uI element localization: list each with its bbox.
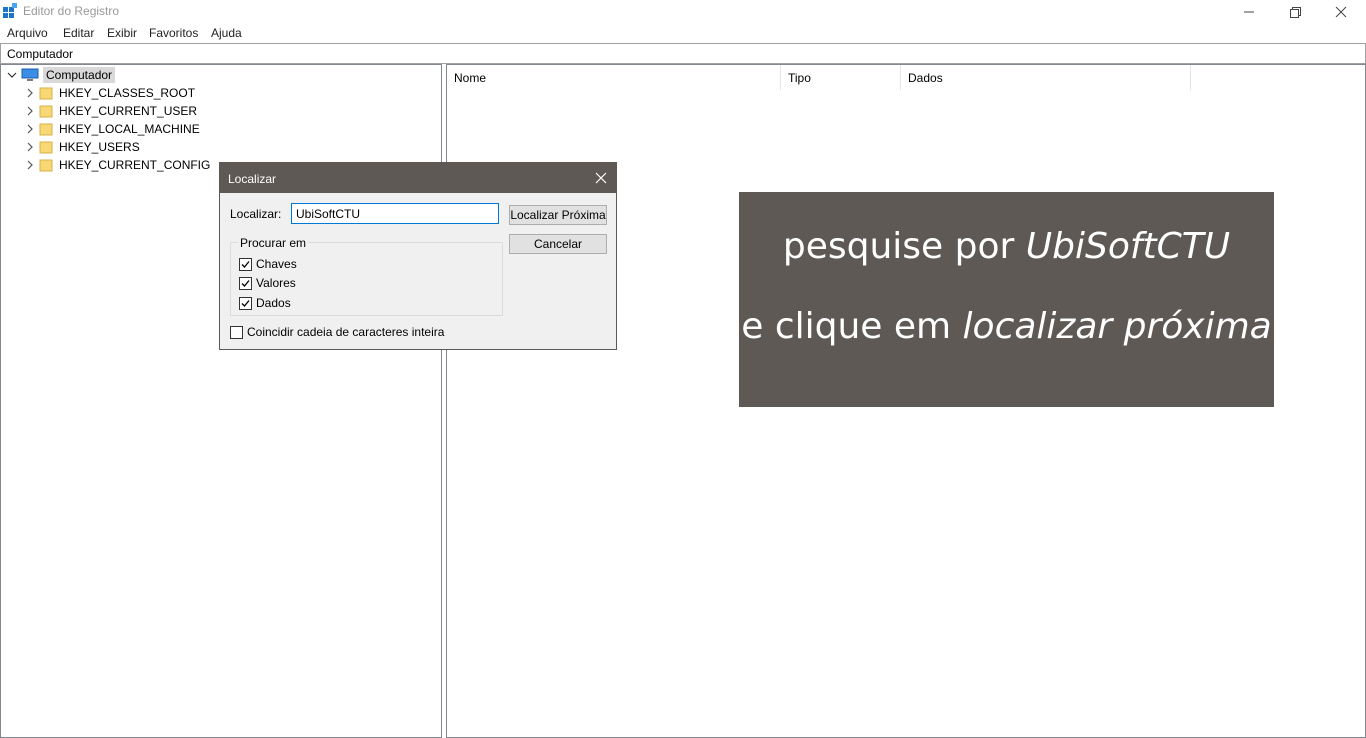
find-next-button[interactable]: Localizar Próxima [509,205,607,225]
checkbox-checked[interactable] [239,257,252,271]
find-dialog: Localizar Localizar: Localizar Próxima C… [219,162,617,350]
chevron-right-icon[interactable] [25,142,35,152]
menu-exibir[interactable]: Exibir [107,26,137,40]
tree-item-hklm[interactable]: HKEY_LOCAL_MACHINE [25,120,200,138]
search-in-group: Procurar em Chaves Valores Dados [230,236,503,316]
tree-item-hkcr[interactable]: HKEY_CLASSES_ROOT [25,84,195,102]
tree-item-hkcc[interactable]: HKEY_CURRENT_CONFIG [25,156,210,174]
tree-item-label: HKEY_LOCAL_MACHINE [59,122,200,136]
column-header-nome[interactable]: Nome [447,65,781,90]
close-icon[interactable] [592,169,610,187]
restore-icon [1289,6,1301,18]
close-icon [1335,6,1347,18]
minimize-icon [1244,11,1254,13]
tree-item-label: HKEY_USERS [59,140,140,154]
address-bar[interactable]: Computador [0,43,1366,64]
instruction-emphasis: localizar próxima [962,306,1272,347]
chevron-right-icon[interactable] [25,106,35,116]
column-header-tipo[interactable]: Tipo [781,65,901,90]
tree-item-label: HKEY_CURRENT_CONFIG [59,158,211,172]
checkbox-checked[interactable] [239,296,252,310]
check-icon [241,299,250,307]
checkbox-label: Coincidir cadeia de caracteres inteira [247,325,445,339]
checkbox-checked[interactable] [239,276,252,290]
instruction-text: e clique em [741,306,963,347]
address-text: Computador [7,47,74,61]
menu-favoritos[interactable]: Favoritos [149,26,198,40]
checkbox-dados[interactable]: Dados [239,296,291,310]
instruction-text: pesquise por [782,226,1026,267]
checkbox-label: Dados [256,296,291,310]
chevron-right-icon[interactable] [25,160,35,170]
instruction-emphasis: UbiSoftCTU [1025,226,1231,267]
tree-item-label: HKEY_CLASSES_ROOT [59,86,196,100]
folder-icon [39,159,53,172]
column-header-dados[interactable]: Dados [901,65,1191,90]
menu-bar: Arquivo Editar Exibir Favoritos Ajuda [0,24,1366,42]
title-bar: Editor do Registro [0,0,1366,24]
check-icon [241,279,250,287]
find-input-box[interactable] [291,203,499,224]
menu-arquivo[interactable]: Arquivo [7,26,48,40]
tree-root-label: Computador [43,67,116,83]
minimize-button[interactable] [1226,0,1272,24]
tree-item-hkcu[interactable]: HKEY_CURRENT_USER [25,102,197,120]
dialog-title-bar[interactable]: Localizar [220,163,616,193]
window-title: Editor do Registro [23,4,120,18]
instruction-line-2: e clique em localizar próxima [739,306,1274,347]
menu-editar[interactable]: Editar [63,26,94,40]
checkbox-label: Valores [256,276,296,290]
folder-icon [39,105,53,118]
computer-icon [21,68,39,81]
find-label: Localizar: [230,207,282,221]
search-in-label: Procurar em [238,236,309,250]
menu-ajuda[interactable]: Ajuda [211,26,242,40]
dialog-title: Localizar [228,172,277,186]
cancel-button[interactable]: Cancelar [509,234,607,254]
checkbox-match-whole[interactable]: Coincidir cadeia de caracteres inteira [230,325,444,339]
regedit-icon [3,3,17,18]
close-window-button[interactable] [1318,0,1364,24]
instruction-line-1: pesquise por UbiSoftCTU [739,226,1274,267]
restore-button[interactable] [1272,0,1318,24]
tree-item-label: HKEY_CURRENT_USER [59,104,198,118]
find-input[interactable] [292,204,498,223]
checkbox-chaves[interactable]: Chaves [239,257,297,271]
folder-icon [39,141,53,154]
tree-root-computador[interactable]: Computador [7,66,116,84]
chevron-down-icon[interactable] [7,70,17,80]
folder-icon [39,123,53,136]
checkbox-unchecked[interactable] [230,325,243,339]
check-icon [241,260,250,268]
checkbox-valores[interactable]: Valores [239,276,296,290]
chevron-right-icon[interactable] [25,124,35,134]
tree-item-hku[interactable]: HKEY_USERS [25,138,140,156]
folder-icon [39,87,53,100]
instruction-overlay: pesquise por UbiSoftCTU e clique em loca… [739,192,1274,407]
checkbox-label: Chaves [256,257,297,271]
chevron-right-icon[interactable] [25,88,35,98]
